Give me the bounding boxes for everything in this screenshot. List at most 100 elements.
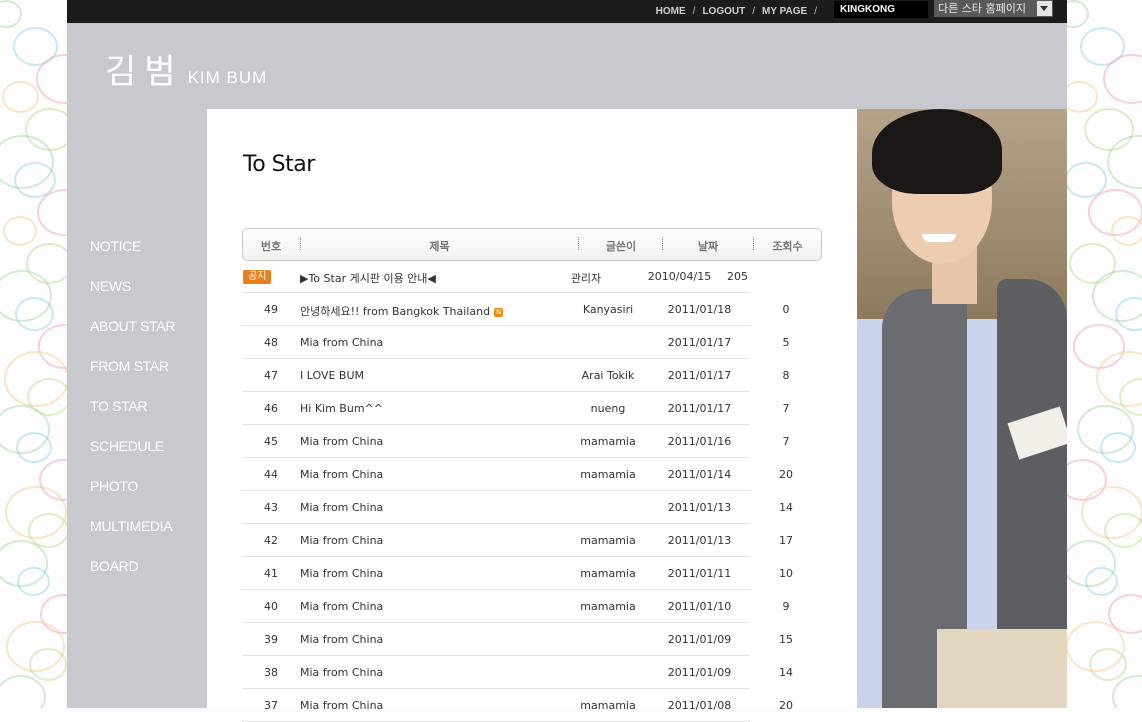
post-views: 20 (779, 699, 793, 712)
left-decoration (0, 0, 67, 708)
post-author: mamamia (580, 435, 636, 448)
post-author: Kanyasiri (582, 303, 634, 316)
post-title[interactable]: Mia from China (300, 468, 383, 481)
post-number: 48 (264, 336, 278, 349)
post-number: 49 (264, 303, 278, 316)
sidebar-nav: NOTICE NEWS ABOUT STAR FROM STAR TO STAR… (90, 238, 175, 598)
nav-board[interactable]: BOARD (90, 558, 175, 598)
post-title[interactable]: Mia from China (300, 435, 383, 448)
table-row[interactable]: 42 Mia from China mamamia 2011/01/13 17 (242, 524, 793, 557)
post-title[interactable]: Mia from China (300, 567, 383, 580)
nav-photo[interactable]: PHOTO (90, 478, 175, 518)
other-star-select[interactable]: 다른 스타 홈페이지 (934, 0, 1053, 17)
post-views: 9 (782, 600, 790, 613)
post-list: 공지 ▶To Star 게시판 이용 안내◀ 관리자 2010/04/15 20… (242, 260, 793, 722)
logout-link[interactable]: LOGOUT (702, 6, 745, 17)
post-title[interactable]: Mia from China (300, 600, 383, 613)
table-header: 번호 제목 글쓴이 날짜 조회수 (242, 228, 822, 261)
post-date: 2011/01/10 (667, 600, 732, 613)
header-author: 글쓴이 (605, 240, 637, 253)
header-views: 조회수 (772, 240, 803, 253)
post-views: 14 (779, 666, 793, 679)
table-row[interactable]: 44 Mia from China mamamia 2011/01/14 20 (242, 458, 793, 491)
post-date: 2011/01/13 (667, 534, 732, 547)
chevron-down-icon[interactable] (1037, 1, 1052, 16)
site-logo[interactable]: 김범 KIM BUM (105, 44, 267, 93)
post-number: 37 (264, 699, 278, 712)
top-bar: HOME / LOGOUT / MY PAGE / KINGKONG 다른 스타… (67, 0, 1067, 23)
post-views: 0 (782, 303, 790, 316)
header-date: 날짜 (697, 240, 719, 253)
post-views: 17 (779, 534, 793, 547)
notice-date: 2010/04/15 (647, 270, 712, 283)
post-number: 47 (264, 369, 278, 382)
table-row[interactable]: 41 Mia from China mamamia 2011/01/11 10 (242, 557, 793, 590)
post-date: 2011/01/16 (667, 435, 732, 448)
post-author: mamamia (580, 534, 636, 547)
post-author: mamamia (580, 699, 636, 712)
table-row[interactable]: 47 I LOVE BUM Arai Tokik 2011/01/17 8 (242, 359, 790, 392)
post-date: 2011/01/13 (667, 501, 732, 514)
notice-views: 205 (727, 270, 748, 283)
post-title[interactable]: Hi Kim Bum^^ (300, 402, 383, 415)
table-row[interactable]: 46 Hi Kim Bum^^ nueng 2011/01/17 7 (242, 392, 790, 425)
table-row[interactable]: 37 Mia from China mamamia 2011/01/08 20 (242, 689, 793, 722)
post-views: 20 (779, 468, 793, 481)
nav-to-star[interactable]: TO STAR (90, 398, 175, 438)
header-number: 번호 (260, 240, 282, 253)
post-number: 45 (264, 435, 278, 448)
post-title[interactable]: Mia from China (300, 666, 383, 679)
post-title[interactable]: Mia from China (300, 699, 383, 712)
post-number: 44 (264, 468, 278, 481)
notice-badge: 공지 (243, 270, 272, 284)
post-number: 40 (264, 600, 278, 613)
other-star-select-label: 다른 스타 홈페이지 (938, 2, 1026, 15)
post-title[interactable]: I LOVE BUM (300, 369, 364, 382)
nav-multimedia[interactable]: MULTIMEDIA (90, 518, 175, 558)
post-author: mamamia (580, 567, 636, 580)
post-number: 39 (264, 633, 278, 646)
notice-row[interactable]: 공지 ▶To Star 게시판 이용 안내◀ 관리자 2010/04/15 20… (242, 260, 750, 293)
post-date: 2011/01/09 (667, 633, 732, 646)
nav-notice[interactable]: NOTICE (90, 238, 175, 278)
table-row[interactable]: 49 안녕하세요!! from Bangkok Thailand N Kanyasir… (242, 293, 790, 326)
table-row[interactable]: 38 Mia from China 2011/01/09 14 (242, 656, 793, 689)
home-link[interactable]: HOME (656, 6, 686, 17)
post-title[interactable]: Mia from China (300, 501, 383, 514)
notice-title[interactable]: ▶To Star 게시판 이용 안내◀ (300, 270, 436, 286)
post-views: 5 (782, 336, 790, 349)
post-date: 2011/01/08 (667, 699, 732, 712)
post-number: 43 (264, 501, 278, 514)
page-title: To Star (243, 152, 315, 177)
right-decoration (1067, 0, 1142, 708)
my-page-link[interactable]: MY PAGE (762, 6, 807, 17)
nav-schedule[interactable]: SCHEDULE (90, 438, 175, 478)
post-number: 46 (264, 402, 278, 415)
table-row[interactable]: 48 Mia from China 2011/01/17 5 (242, 326, 790, 359)
post-views: 15 (779, 633, 793, 646)
table-row[interactable]: 39 Mia from China 2011/01/09 15 (242, 623, 793, 656)
post-title[interactable]: Mia from China (300, 534, 383, 547)
logo-korean: 김범 (105, 52, 184, 92)
post-title[interactable]: Mia from China (300, 336, 383, 349)
table-row[interactable]: 40 Mia from China mamamia 2011/01/10 9 (242, 590, 790, 623)
post-views: 14 (779, 501, 793, 514)
post-views: 7 (782, 402, 790, 415)
post-date: 2011/01/18 (667, 303, 732, 316)
nav-from-star[interactable]: FROM STAR (90, 358, 175, 398)
post-date: 2011/01/17 (667, 369, 732, 382)
nav-about-star[interactable]: ABOUT STAR (90, 318, 175, 358)
post-date: 2011/01/17 (667, 402, 732, 415)
post-title[interactable]: Mia from China (300, 633, 383, 646)
table-row[interactable]: 43 Mia from China 2011/01/13 14 (242, 491, 793, 524)
table-row[interactable]: 45 Mia from China mamamia 2011/01/16 7 (242, 425, 790, 458)
nav-news[interactable]: NEWS (90, 278, 175, 318)
post-author: Arai Tokik (581, 369, 635, 382)
new-post-icon: N (494, 308, 504, 317)
top-links: HOME / LOGOUT / MY PAGE / (655, 6, 817, 17)
post-views: 8 (782, 369, 790, 382)
post-views: 10 (779, 567, 793, 580)
post-title[interactable]: 안녕하세요!! from Bangkok Thailand N (300, 303, 504, 319)
post-author: mamamia (580, 468, 636, 481)
post-author: mamamia (580, 600, 636, 613)
